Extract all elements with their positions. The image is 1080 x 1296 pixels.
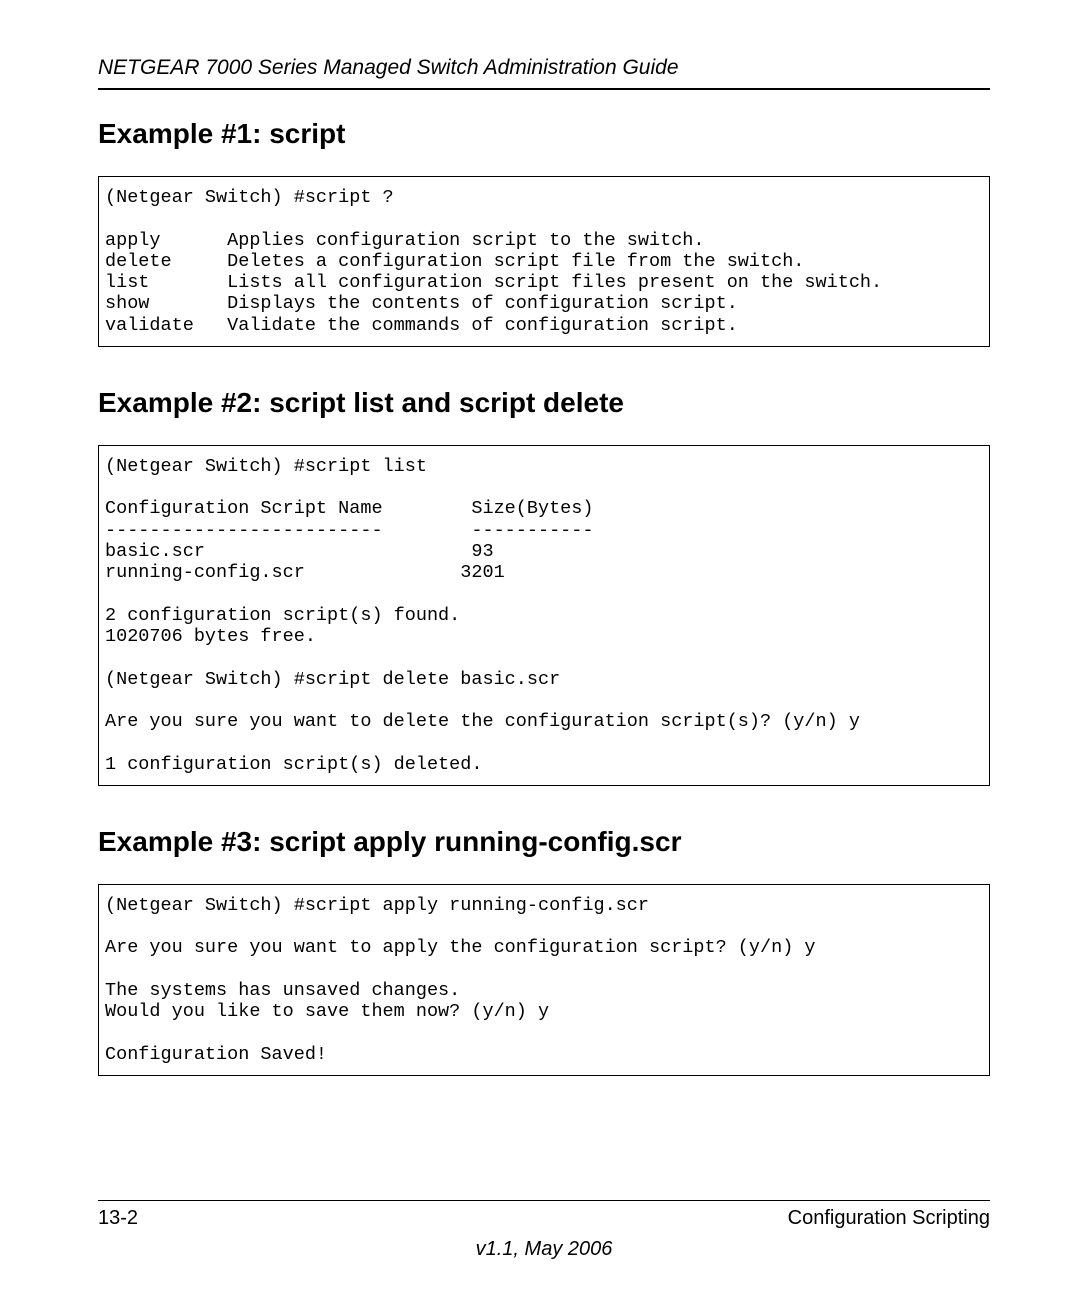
- code-block-1: (Netgear Switch) #script ? apply Applies…: [98, 176, 990, 347]
- code-block-2: (Netgear Switch) #script list Configurat…: [98, 445, 990, 786]
- footer-version: v1.1, May 2006: [98, 1238, 990, 1261]
- header-divider: [98, 88, 990, 90]
- document-header-title: NETGEAR 7000 Series Managed Switch Admin…: [98, 56, 990, 80]
- code-block-3: (Netgear Switch) #script apply running-c…: [98, 884, 990, 1076]
- footer-divider: [98, 1200, 990, 1201]
- footer-page-number: 13-2: [98, 1207, 138, 1230]
- page-container: NETGEAR 7000 Series Managed Switch Admin…: [0, 0, 1080, 1296]
- section-heading-2: Example #2: script list and script delet…: [98, 387, 990, 419]
- section-heading-1: Example #1: script: [98, 118, 990, 150]
- footer-row: 13-2 Configuration Scripting: [98, 1207, 990, 1230]
- page-footer: 13-2 Configuration Scripting v1.1, May 2…: [98, 1200, 990, 1261]
- footer-section-name: Configuration Scripting: [788, 1207, 990, 1230]
- section-heading-3: Example #3: script apply running-config.…: [98, 826, 990, 858]
